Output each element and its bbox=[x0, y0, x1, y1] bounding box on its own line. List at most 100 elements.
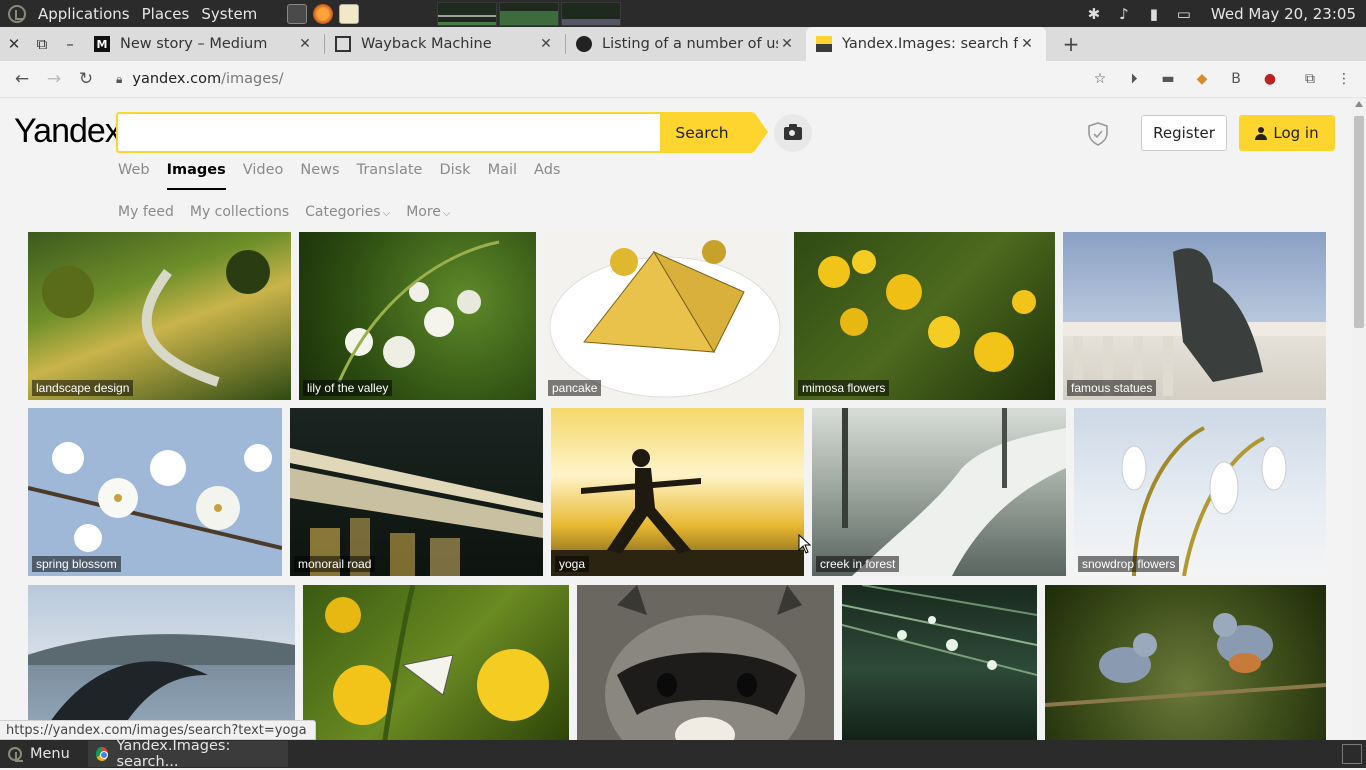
scrollbar-thumb[interactable] bbox=[1354, 116, 1364, 328]
image-label: monorail road bbox=[294, 556, 376, 572]
tab-close-icon[interactable]: ✕ bbox=[537, 36, 555, 52]
image-tile[interactable] bbox=[577, 585, 834, 740]
image-tile[interactable]: landscape design bbox=[28, 232, 291, 400]
image-tile[interactable]: yoga bbox=[551, 408, 804, 576]
search-input[interactable] bbox=[116, 112, 662, 153]
subnav-more[interactable]: More ⌵ bbox=[406, 204, 450, 220]
firefox-launcher-icon[interactable] bbox=[313, 3, 334, 24]
image-tile[interactable]: mimosa flowers bbox=[794, 232, 1055, 400]
bookmark-star-icon[interactable]: ☆ bbox=[1088, 67, 1112, 91]
page-scrollbar[interactable] bbox=[1352, 98, 1366, 740]
toolbar-extensions: ☆ ⏵ ▬ ◆ B ● ⧉ ⋮ bbox=[1088, 67, 1366, 91]
scroll-up-icon[interactable] bbox=[1355, 101, 1363, 107]
image-tile[interactable] bbox=[1045, 585, 1326, 740]
image-tile[interactable]: snowdrop flowers bbox=[1074, 408, 1326, 576]
security-shield-icon[interactable] bbox=[1087, 122, 1109, 146]
subnav-my-feed[interactable]: My feed bbox=[118, 204, 174, 220]
dew-drops-thumbnail bbox=[842, 585, 1037, 676]
taskbar-window-chrome[interactable]: Yandex.Images: search... bbox=[87, 738, 288, 770]
taskbar-menu-button[interactable]: Menu bbox=[0, 740, 78, 768]
mouse-cursor-icon bbox=[798, 534, 812, 554]
tab-close-icon[interactable]: ✕ bbox=[778, 36, 796, 52]
network-signal-icon[interactable]: ▮ bbox=[1145, 5, 1163, 23]
extension-arrow-icon[interactable]: ⏵ bbox=[1122, 67, 1146, 91]
images-subnav: My feed My collections Categories ⌵ More ⌵ bbox=[118, 204, 451, 220]
os-logo-icon bbox=[8, 747, 23, 762]
clock[interactable]: Wed May 20, 23:05 bbox=[1211, 5, 1356, 23]
metamask-fox-icon[interactable]: ◆ bbox=[1190, 67, 1214, 91]
tab-github-listing[interactable]: Listing of a number of useful ✕ bbox=[566, 27, 806, 61]
clipboard-icon[interactable]: ▭ bbox=[1175, 5, 1193, 23]
image-tile[interactable] bbox=[28, 585, 295, 740]
extension-puzzle-icon[interactable]: ⧉ bbox=[1298, 67, 1322, 91]
menu-label: Menu bbox=[30, 746, 70, 762]
tab-title: Listing of a number of useful bbox=[602, 36, 778, 52]
adblock-icon[interactable]: ● bbox=[1258, 67, 1282, 91]
birds-thumbnail bbox=[1045, 613, 1326, 707]
service-disk[interactable]: Disk bbox=[439, 162, 470, 178]
spring-blossom-thumbnail bbox=[28, 442, 282, 552]
register-button[interactable]: Register bbox=[1141, 115, 1227, 151]
monorail-thumbnail bbox=[290, 448, 543, 576]
yandex-logo[interactable]: Yandex bbox=[14, 112, 122, 151]
volume-icon[interactable]: ♪ bbox=[1115, 5, 1133, 23]
service-video[interactable]: Video bbox=[243, 162, 284, 178]
new-tab-button[interactable]: + bbox=[1056, 27, 1086, 61]
bluetooth-icon[interactable]: ✱ bbox=[1085, 5, 1103, 23]
yoga-thumbnail bbox=[551, 449, 804, 576]
snowdrop-thumbnail bbox=[1121, 426, 1287, 576]
image-tile[interactable]: monorail road bbox=[290, 408, 543, 576]
service-web[interactable]: Web bbox=[118, 162, 150, 178]
os-logo-icon[interactable] bbox=[8, 4, 26, 23]
image-tile[interactable] bbox=[303, 585, 569, 740]
tab-yandex-images[interactable]: Yandex.Images: search for ✕ bbox=[806, 27, 1046, 61]
archive-icon bbox=[335, 36, 351, 52]
subnav-categories[interactable]: Categories ⌵ bbox=[305, 204, 390, 220]
image-tile[interactable]: pancake bbox=[544, 232, 786, 400]
extension-mask-icon[interactable]: ▬ bbox=[1156, 67, 1180, 91]
lock-icon[interactable]: 🔒︎ bbox=[116, 72, 122, 87]
tab-wayback-machine[interactable]: Wayback Machine ✕ bbox=[325, 27, 565, 61]
tab-close-icon[interactable]: ✕ bbox=[1018, 36, 1036, 52]
service-news[interactable]: News bbox=[300, 162, 339, 178]
statue-thumbnail bbox=[1063, 248, 1326, 396]
show-desktop-icon[interactable] bbox=[1342, 744, 1362, 764]
user-icon bbox=[1255, 126, 1268, 140]
image-label: snowdrop flowers bbox=[1078, 556, 1180, 572]
image-label: spring blossom bbox=[32, 556, 121, 572]
extension-b-icon[interactable]: B bbox=[1224, 67, 1248, 91]
window-minimize-icon[interactable]: – bbox=[56, 27, 84, 61]
subnav-my-collections[interactable]: My collections bbox=[190, 204, 289, 220]
address-bar[interactable]: yandex.com/images/ bbox=[132, 71, 283, 87]
login-button[interactable]: Log in bbox=[1239, 115, 1335, 151]
chrome-menu-icon[interactable]: ⋮ bbox=[1332, 67, 1356, 91]
whale-thumbnail bbox=[28, 634, 295, 740]
image-tile[interactable] bbox=[842, 585, 1037, 740]
image-tile[interactable]: creek in forest bbox=[812, 408, 1066, 576]
search-button[interactable]: Search bbox=[660, 112, 768, 153]
forward-button[interactable]: → bbox=[38, 63, 70, 95]
image-tile[interactable]: famous statues bbox=[1063, 232, 1326, 400]
os-menu-system[interactable]: System bbox=[195, 0, 263, 27]
image-tile[interactable]: spring blossom bbox=[28, 408, 282, 576]
text-editor-launcher-icon[interactable] bbox=[339, 3, 360, 24]
service-images[interactable]: Images bbox=[166, 162, 226, 190]
service-ads[interactable]: Ads bbox=[534, 162, 560, 178]
image-label: landscape design bbox=[32, 380, 134, 396]
os-bottom-panel: Menu Yandex.Images: search... bbox=[0, 738, 1366, 770]
window-close-icon[interactable]: ✕ bbox=[0, 27, 28, 61]
image-search-camera-button[interactable] bbox=[774, 114, 812, 152]
tab-close-icon[interactable]: ✕ bbox=[296, 36, 314, 52]
url-host: yandex.com bbox=[132, 71, 222, 87]
tab-medium[interactable]: M New story – Medium ✕ bbox=[84, 27, 324, 61]
os-menu-places[interactable]: Places bbox=[136, 0, 196, 27]
window-restore-icon[interactable]: ⧉ bbox=[28, 27, 56, 61]
back-button[interactable]: ← bbox=[6, 63, 38, 95]
terminal-launcher-icon[interactable] bbox=[287, 3, 308, 24]
service-translate[interactable]: Translate bbox=[357, 162, 423, 178]
os-menu-applications[interactable]: Applications bbox=[32, 0, 136, 27]
categories-label: Categories bbox=[305, 204, 381, 220]
reload-button[interactable]: ↻ bbox=[70, 63, 102, 95]
service-mail[interactable]: Mail bbox=[488, 162, 517, 178]
image-tile[interactable]: lily of the valley bbox=[299, 232, 536, 400]
